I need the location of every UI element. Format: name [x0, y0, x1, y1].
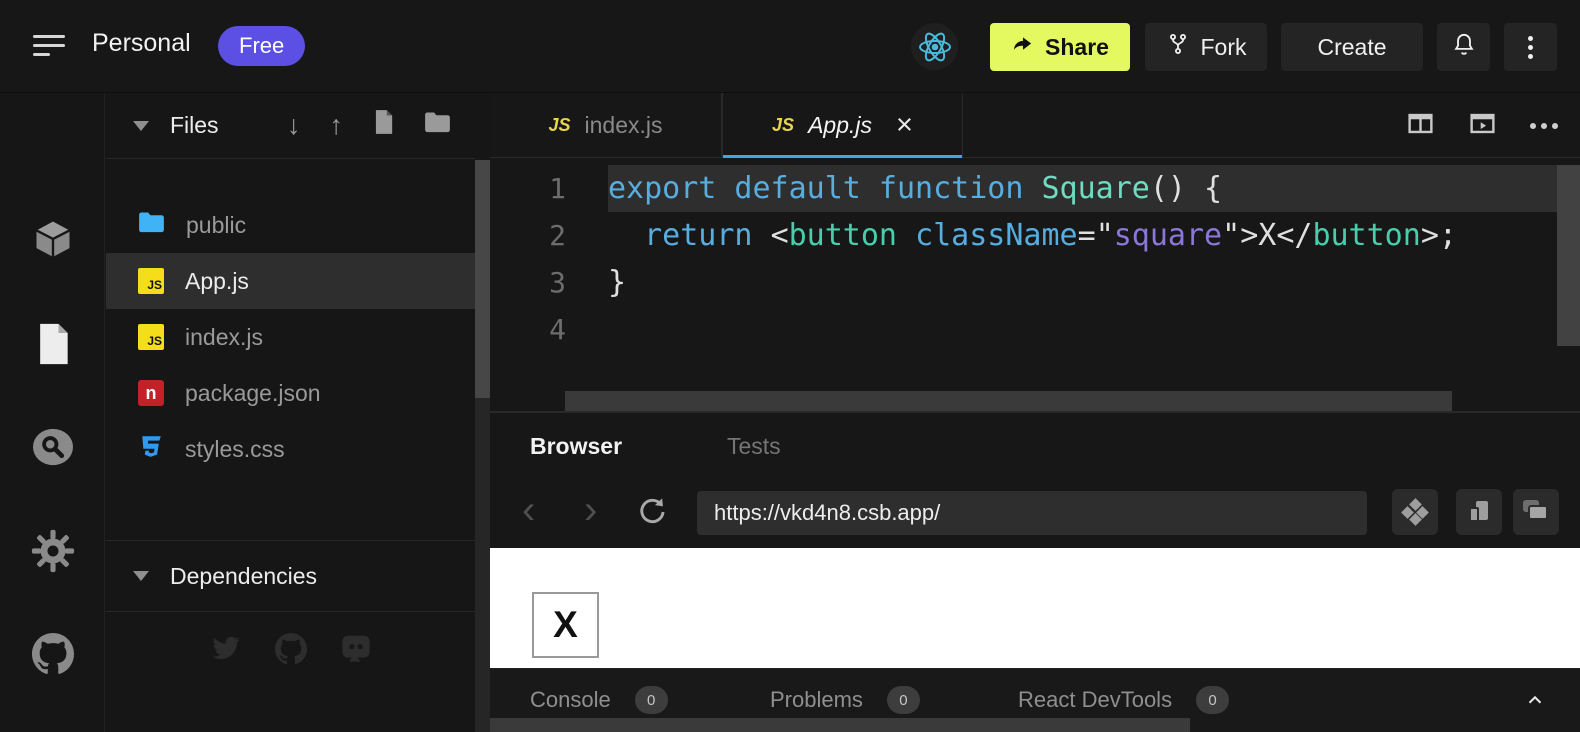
- file-name: public: [186, 212, 246, 239]
- create-label: Create: [1317, 34, 1386, 61]
- file-tree: public JS App.js JS index.js n package.j…: [106, 197, 475, 477]
- url-input[interactable]: [697, 491, 1367, 535]
- open-in-new-window-icon[interactable]: [1513, 489, 1559, 535]
- file-row-appjs[interactable]: JS App.js: [106, 253, 475, 309]
- preview-pane-icon[interactable]: [1468, 109, 1497, 143]
- discord-icon[interactable]: [339, 633, 373, 670]
- code-lines: 1export default function Square() {2 ret…: [490, 165, 1580, 353]
- workspace-label[interactable]: Personal: [92, 29, 191, 58]
- share-arrow-icon: [1011, 33, 1034, 62]
- js-file-icon: JS: [138, 268, 164, 294]
- file-row-public[interactable]: public: [106, 197, 475, 253]
- folder-icon: [138, 210, 165, 240]
- codesandbox-app: Personal Free Share: [0, 0, 1580, 732]
- console-tab[interactable]: Console 0: [530, 686, 668, 714]
- file-name: package.json: [185, 380, 321, 407]
- js-icon: JS: [548, 115, 570, 136]
- notifications-button[interactable]: [1437, 23, 1490, 71]
- code-editor[interactable]: 1export default function Square() {2 ret…: [490, 158, 1580, 411]
- npm-file-icon: n: [138, 380, 164, 406]
- browser-toolbar: ‹ ›: [490, 478, 1580, 548]
- react-devtools-tab[interactable]: React DevTools 0: [1018, 686, 1229, 714]
- new-folder-icon[interactable]: [424, 110, 451, 141]
- more-options-button[interactable]: [1504, 23, 1557, 71]
- create-button[interactable]: Create: [1281, 23, 1423, 71]
- github-link-icon[interactable]: [275, 633, 307, 670]
- files-title: Files: [170, 112, 219, 139]
- chevron-down-icon[interactable]: [133, 121, 149, 131]
- back-icon[interactable]: ‹: [522, 486, 535, 534]
- file-row-stylescss[interactable]: styles.css: [106, 421, 475, 477]
- js-icon: JS: [772, 115, 794, 136]
- sandbox-cube-icon[interactable]: [30, 217, 75, 262]
- forward-icon[interactable]: ›: [584, 486, 597, 534]
- editor-vscrollbar[interactable]: [1557, 165, 1580, 346]
- social-links: [106, 633, 475, 670]
- console-bar: Console 0 Problems 0 React DevTools 0: [490, 668, 1580, 732]
- browser-preview: X: [490, 548, 1580, 668]
- explorer-file-icon[interactable]: [30, 321, 75, 366]
- download-icon[interactable]: ↓: [287, 110, 301, 141]
- settings-gear-icon[interactable]: [30, 528, 75, 573]
- code-line[interactable]: 1export default function Square() {: [490, 165, 1580, 212]
- console-count-badge: 0: [635, 686, 668, 714]
- file-name: styles.css: [185, 436, 285, 463]
- tab-tests[interactable]: Tests: [727, 433, 781, 460]
- new-file-icon[interactable]: [372, 109, 395, 142]
- code-line[interactable]: 2 return <button className="square">X</b…: [490, 212, 1580, 259]
- console-scrollbar[interactable]: [490, 718, 1190, 732]
- chevron-down-icon[interactable]: [133, 571, 149, 581]
- files-panel: Files ↓ ↑ public JS App.js: [106, 93, 475, 732]
- responsive-mode-icon[interactable]: [1392, 489, 1438, 535]
- files-scrollbar-thumb[interactable]: [475, 160, 490, 398]
- expand-console-icon[interactable]: [1524, 689, 1546, 716]
- fork-icon: [1166, 32, 1190, 62]
- editor-more-icon[interactable]: [1530, 123, 1558, 129]
- deploy-rocket-icon[interactable]: [30, 727, 75, 732]
- activity-rail: [0, 93, 105, 732]
- problems-tab[interactable]: Problems 0: [770, 686, 920, 714]
- devtools-count-badge: 0: [1196, 686, 1229, 714]
- file-row-packagejson[interactable]: n package.json: [106, 365, 475, 421]
- share-button[interactable]: Share: [990, 23, 1130, 71]
- fork-label: Fork: [1201, 34, 1247, 61]
- menu-icon[interactable]: [33, 35, 65, 57]
- bell-icon: [1451, 31, 1477, 63]
- file-name: App.js: [185, 268, 249, 295]
- code-line[interactable]: 3}: [490, 259, 1580, 306]
- js-file-icon: JS: [138, 324, 164, 350]
- split-editor-icon[interactable]: [1406, 109, 1435, 143]
- share-label: Share: [1045, 34, 1109, 61]
- tab-indexjs[interactable]: JS index.js: [490, 93, 722, 158]
- file-row-indexjs[interactable]: JS index.js: [106, 309, 475, 365]
- search-icon[interactable]: [30, 424, 75, 469]
- dependencies-title: Dependencies: [170, 563, 317, 590]
- preview-square-button[interactable]: X: [532, 592, 599, 658]
- preview-tabbar: Browser Tests: [490, 413, 1580, 478]
- twitter-icon[interactable]: [209, 633, 243, 670]
- problems-count-badge: 0: [887, 686, 920, 714]
- top-header: Personal Free Share: [0, 0, 1580, 93]
- duplicate-preview-icon[interactable]: [1456, 489, 1502, 535]
- fork-button[interactable]: Fork: [1145, 23, 1267, 71]
- files-header[interactable]: Files ↓ ↑: [106, 93, 475, 159]
- github-icon[interactable]: [30, 631, 75, 676]
- close-tab-icon[interactable]: ×: [896, 111, 913, 140]
- react-logo-icon: [911, 23, 958, 70]
- code-line[interactable]: 4: [490, 306, 1580, 353]
- css-file-icon: [138, 433, 164, 465]
- tab-browser[interactable]: Browser: [530, 433, 622, 460]
- plan-badge: Free: [218, 26, 305, 66]
- upload-icon[interactable]: ↑: [330, 110, 344, 141]
- tab-appjs-active[interactable]: JS App.js ×: [722, 93, 963, 158]
- editor-tabbar: JS index.js JS App.js ×: [490, 93, 1580, 158]
- editor-hscrollbar[interactable]: [565, 391, 1452, 411]
- dependencies-header[interactable]: Dependencies: [106, 540, 475, 612]
- refresh-icon[interactable]: [636, 496, 668, 533]
- file-name: index.js: [185, 324, 263, 351]
